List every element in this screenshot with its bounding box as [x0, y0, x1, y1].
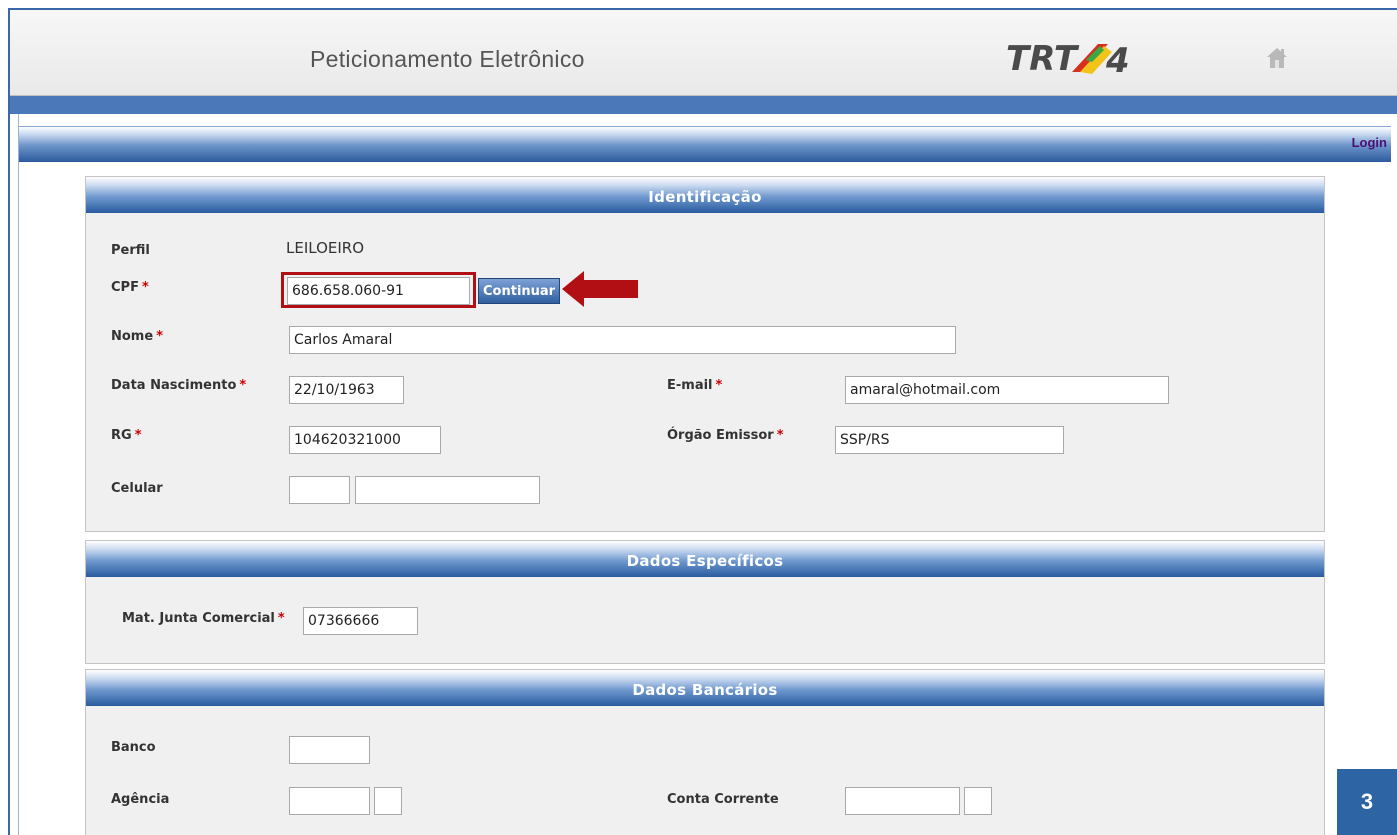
trt4-logo: TRT 4 — [1006, 39, 1130, 78]
dados-bancarios-header: Dados Bancários — [86, 670, 1324, 706]
rg-label: RG * — [111, 428, 142, 443]
perfil-label: Perfil — [111, 243, 150, 258]
login-link[interactable]: Login — [1352, 135, 1387, 150]
nav-bar: Login — [19, 126, 1391, 162]
identificacao-section: Identificação Perfil LEILOEIRO CPF* Cont… — [85, 176, 1325, 532]
nascimento-input[interactable] — [289, 376, 404, 404]
cpf-input[interactable] — [287, 277, 470, 305]
app-header: Peticionamento Eletrônico TRT 4 — [10, 10, 1397, 96]
page-number-badge: 3 — [1337, 769, 1397, 835]
nascimento-label: Data Nascimento * — [111, 378, 247, 393]
logo-text: TRT — [1006, 39, 1080, 78]
nome-input[interactable] — [289, 326, 956, 354]
orgao-emissor-label: Órgão Emissor * — [667, 428, 784, 443]
cpf-label: CPF * — [111, 280, 149, 295]
celular-numero-input[interactable] — [355, 476, 540, 504]
nome-label: Nome * — [111, 329, 163, 344]
agencia-dv-input[interactable] — [374, 787, 402, 815]
logo-number: 4 — [1105, 41, 1130, 78]
dados-especificos-header: Dados Específicos — [86, 541, 1324, 577]
conta-dv-input[interactable] — [964, 787, 992, 815]
junta-comercial-input[interactable] — [303, 607, 418, 635]
celular-label: Celular — [111, 481, 163, 496]
conta-corrente-label: Conta Corrente — [667, 792, 779, 807]
main-content: Login Identificação Perfil LEILOEIRO CPF… — [18, 114, 1391, 835]
celular-ddd-input[interactable] — [289, 476, 350, 504]
browser-frame: Peticionamento Eletrônico TRT 4 Login Id… — [8, 8, 1397, 835]
header-band — [10, 96, 1397, 114]
email-input[interactable] — [845, 376, 1169, 404]
agencia-input[interactable] — [289, 787, 370, 815]
pointer-arrow-icon — [562, 271, 638, 307]
rg-input[interactable] — [289, 426, 441, 454]
dados-especificos-section: Dados Específicos Mat. Junta Comercial * — [85, 540, 1325, 664]
app-title: Peticionamento Eletrônico — [310, 46, 585, 72]
banco-label: Banco — [111, 740, 156, 755]
agencia-label: Agência — [111, 792, 170, 807]
continuar-button[interactable]: Continuar — [478, 278, 561, 304]
conta-corrente-input[interactable] — [845, 787, 960, 815]
identificacao-header: Identificação — [86, 177, 1324, 213]
perfil-value: LEILOEIRO — [286, 239, 365, 257]
email-label: E-mail * — [667, 378, 723, 393]
home-icon[interactable] — [1265, 46, 1289, 70]
junta-comercial-label: Mat. Junta Comercial * — [122, 611, 285, 626]
dados-bancarios-section: Dados Bancários Banco Agência Conta Corr… — [85, 669, 1325, 835]
banco-input[interactable] — [289, 736, 370, 764]
orgao-emissor-input[interactable] — [835, 426, 1064, 454]
